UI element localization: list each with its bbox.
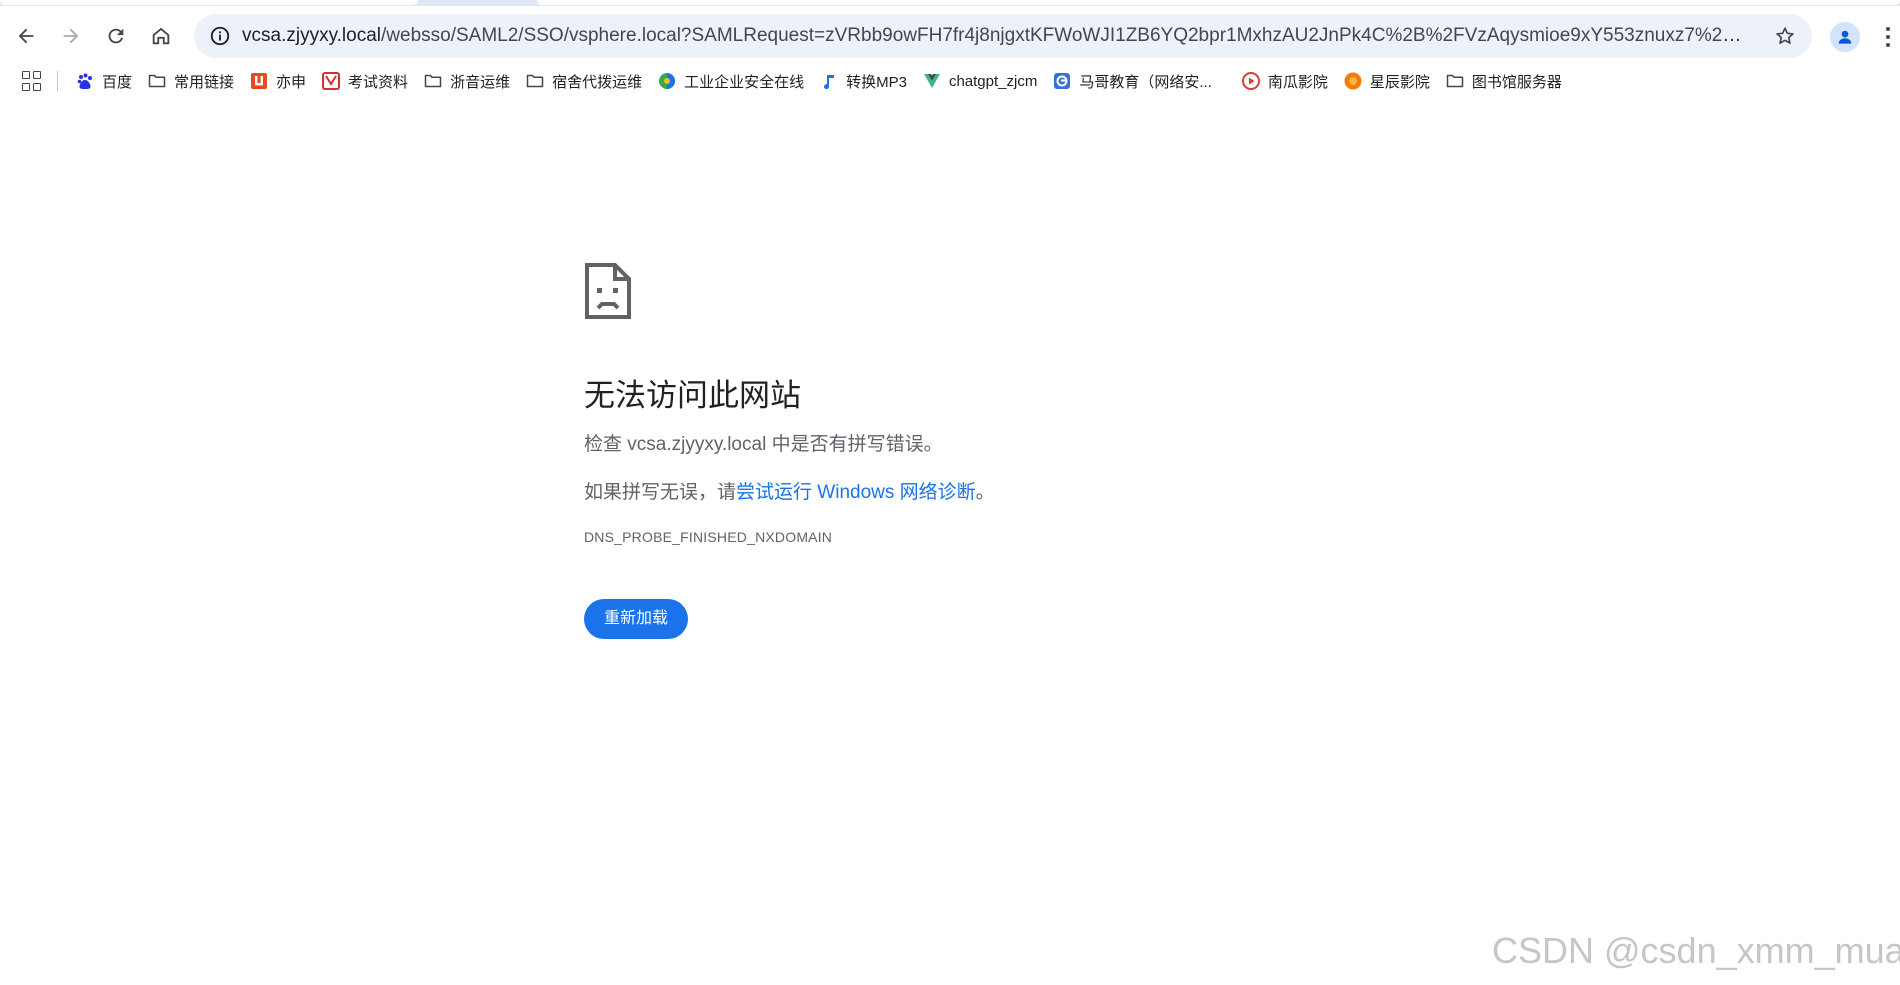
bookmark-chatgpt[interactable]: chatgpt_zjcm (915, 65, 1045, 97)
bookmark-exam[interactable]: 考试资料 (314, 65, 416, 97)
exam-icon (322, 72, 341, 90)
bookmarks-divider (57, 71, 58, 91)
address-bar[interactable]: vcsa.zjyyxy.local/websso/SAML2/SSO/vsphe… (194, 14, 1812, 58)
error-content: 无法访问此网站 检查 vcsa.zjyyxy.local 中是否有拼写错误。 如… (584, 262, 1284, 639)
globe-icon (658, 72, 676, 90)
star-icon (1776, 27, 1794, 44)
mage-icon (1053, 72, 1071, 90)
tab-edge[interactable] (0, 0, 418, 5)
active-tab-edge[interactable] (537, 0, 1900, 5)
folder-icon (424, 72, 442, 90)
bookmark-label: 百度 (102, 73, 133, 91)
yishen-icon (250, 72, 268, 90)
bookmark-label: 南瓜影院 (1267, 73, 1328, 91)
bookmark-xingchen[interactable]: 星辰影院 (1336, 65, 1438, 97)
vue-icon (923, 72, 941, 90)
bookmark-label: 亦申 (276, 73, 307, 91)
bookmark-label: 马哥教育（网络安... (1079, 73, 1212, 91)
error-title: 无法访问此网站 (584, 378, 801, 413)
more-menu-button[interactable] (1880, 22, 1896, 52)
bookmark-baidu[interactable]: 百度 (68, 65, 140, 97)
bookmark-label: 图书馆服务器 (1471, 73, 1562, 91)
baidu-icon (76, 72, 94, 90)
bookmark-safety[interactable]: 工业企业安全在线 (650, 65, 812, 97)
bookmark-mp3[interactable]: 转换MP3 (812, 65, 915, 97)
error-code: DNS_PROBE_FINISHED_NXDOMAIN (584, 529, 833, 545)
reload-button[interactable] (98, 18, 134, 54)
reload-page-button[interactable]: 重新加载 (584, 599, 689, 639)
bookmark-label: 星辰影院 (1369, 73, 1430, 91)
bookmark-folder-zhejiang[interactable]: 浙音运维 (416, 65, 518, 97)
person-icon (1838, 30, 1852, 44)
folder-icon (1446, 72, 1464, 90)
info-icon (210, 26, 230, 46)
watermark: CSDN @csdn_xmm_mua (1492, 930, 1900, 971)
browser-toolbar: vcsa.zjyyxy.local/websso/SAML2/SSO/vsphe… (0, 6, 1900, 62)
bookmark-folder-dorm[interactable]: 宿舍代拨运维 (518, 65, 650, 97)
bookmark-mage[interactable]: 马哥教育（网络安... (1045, 65, 1220, 97)
bookmark-folder-library[interactable]: 图书馆服务器 (1438, 65, 1570, 97)
diagnostics-suffix: 。 (975, 482, 995, 503)
home-icon (152, 27, 170, 45)
arrow-right-icon (63, 28, 79, 44)
network-diagnostics-link[interactable]: 尝试运行 Windows 网络诊断 (736, 482, 976, 503)
bookmark-label: 转换MP3 (846, 73, 907, 91)
url-text[interactable]: vcsa.zjyyxy.local/websso/SAML2/SSO/vsphe… (242, 25, 1742, 47)
arrow-left-icon (18, 28, 34, 44)
url-path: /websso/SAML2/SSO/vsphere.local?SAMLRequ… (381, 25, 1742, 46)
folder-icon (148, 72, 166, 90)
profile-button[interactable] (1830, 22, 1860, 52)
bookmark-yishen[interactable]: 亦申 (242, 65, 314, 97)
back-button[interactable] (8, 18, 44, 54)
music-note-icon (820, 72, 838, 90)
bookmark-star-button[interactable] (1770, 21, 1800, 51)
bookmark-label: 宿舍代拨运维 (552, 73, 643, 91)
bookmark-folder-links[interactable]: 常用链接 (140, 65, 242, 97)
refresh-icon (108, 28, 124, 44)
pumpkin-play-icon (1241, 72, 1260, 90)
bookmark-label: 浙音运维 (450, 73, 511, 91)
star-movie-icon (1344, 72, 1362, 90)
bookmark-label: 考试资料 (348, 73, 409, 91)
error-suggestion-spelling: 检查 vcsa.zjyyxy.local 中是否有拼写错误。 (584, 434, 943, 455)
site-info-button[interactable] (200, 16, 240, 56)
bookmark-label: chatgpt_zjcm (948, 72, 1038, 90)
home-button[interactable] (143, 18, 179, 54)
url-host: vcsa.zjyyxy.local (242, 25, 382, 46)
bookmark-label: 常用链接 (174, 73, 235, 91)
forward-button[interactable] (53, 18, 89, 54)
bookmark-label: 工业企业安全在线 (684, 73, 805, 91)
error-suggestion-diagnostics: 如果拼写无误，请尝试运行 Windows 网络诊断。 (584, 481, 1284, 505)
bookmark-nangua[interactable]: 南瓜影院 (1234, 65, 1336, 97)
diagnostics-prefix: 如果拼写无误，请 (584, 482, 737, 503)
sad-page-icon (585, 263, 631, 319)
bookmarks-bar: 百度 常用链接 亦申 考试资料 浙音运维 宿舍代拨运维 工业企业安全在线 转换M… (0, 62, 1900, 100)
apps-grid-icon[interactable] (22, 71, 42, 91)
folder-icon (526, 72, 544, 90)
